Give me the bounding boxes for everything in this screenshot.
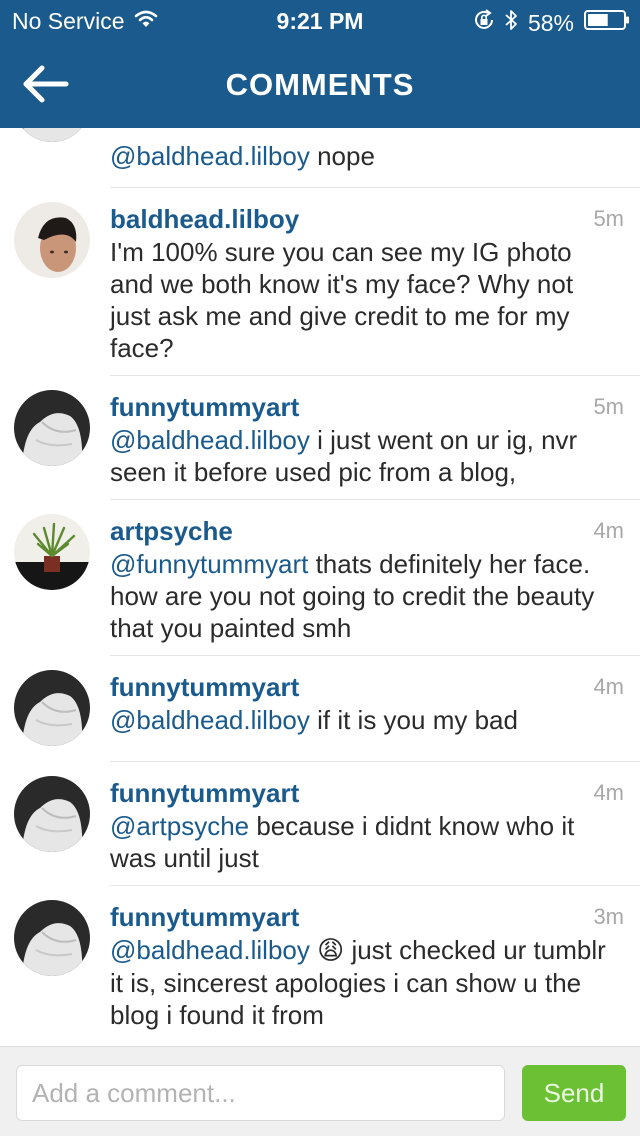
status-right: 58% bbox=[472, 8, 630, 38]
comment-text: @baldhead.lilboy if it is you my bad bbox=[110, 704, 612, 736]
comment-timestamp: 4m bbox=[593, 674, 624, 699]
comment-text: @baldhead.lilboy nope bbox=[110, 140, 612, 172]
comment-body: I'm 100% sure you can see my IG photo an… bbox=[110, 237, 574, 363]
comment-timestamp: 4m bbox=[593, 780, 624, 805]
mention-link[interactable]: @baldhead.lilboy bbox=[110, 425, 310, 455]
rotation-lock-icon bbox=[472, 8, 496, 38]
comment-item[interactable]: @baldhead.lilboy nope bbox=[0, 128, 640, 188]
avatar[interactable] bbox=[14, 390, 90, 466]
comment-username[interactable]: funnytummyart bbox=[110, 392, 299, 423]
mention-link[interactable]: @artpsyche bbox=[110, 811, 249, 841]
comment-text: @baldhead.lilboy 😩 just checked ur tumbl… bbox=[110, 934, 612, 1031]
comment-username[interactable]: baldhead.lilboy bbox=[110, 204, 299, 235]
comment-input-bar: Send bbox=[0, 1046, 640, 1136]
comment-timestamp: 5m bbox=[593, 394, 624, 419]
send-button[interactable]: Send bbox=[522, 1065, 626, 1121]
avatar[interactable] bbox=[14, 670, 90, 746]
comment-text: I'm 100% sure you can see my IG photo an… bbox=[110, 236, 612, 364]
page-title: COMMENTS bbox=[225, 67, 415, 102]
weary-face-emoji: 😩 bbox=[317, 936, 345, 966]
plant-avatar-icon bbox=[14, 514, 90, 590]
comment-item[interactable]: artpsyche 4m @funnytummyart thats defini… bbox=[0, 500, 640, 656]
comment-body: if it is you my bad bbox=[309, 705, 518, 735]
avatar[interactable] bbox=[14, 776, 90, 852]
comment-timestamp: 3m bbox=[593, 904, 624, 929]
bluetooth-icon bbox=[504, 8, 518, 38]
comment-username[interactable]: funnytummyart bbox=[110, 778, 299, 809]
comment-item[interactable]: funnytummyart 4m @artpsyche because i di… bbox=[0, 762, 640, 886]
battery-icon bbox=[584, 9, 630, 37]
mention-link[interactable]: @baldhead.lilboy bbox=[110, 705, 310, 735]
person-avatar-icon bbox=[14, 128, 90, 142]
comment-item[interactable]: baldhead.lilboy 5m I'm 100% sure you can… bbox=[0, 188, 640, 376]
person-avatar-icon bbox=[14, 670, 90, 746]
comment-username[interactable]: funnytummyart bbox=[110, 672, 299, 703]
comment-timestamp: 4m bbox=[593, 518, 624, 543]
mention-link[interactable]: @baldhead.lilboy bbox=[110, 141, 310, 171]
avatar[interactable] bbox=[14, 514, 90, 590]
mention-link[interactable]: @baldhead.lilboy bbox=[110, 935, 310, 965]
avatar[interactable] bbox=[14, 128, 90, 142]
comment-username[interactable]: artpsyche bbox=[110, 516, 233, 547]
nav-bar: COMMENTS bbox=[0, 40, 640, 128]
battery-percent: 58% bbox=[527, 9, 574, 36]
avatar[interactable] bbox=[14, 202, 90, 278]
person-avatar-icon bbox=[14, 202, 90, 278]
person-avatar-icon bbox=[14, 776, 90, 852]
comment-list[interactable]: @baldhead.lilboy nope baldhead.lilboy 5m… bbox=[0, 128, 640, 1046]
avatar[interactable] bbox=[14, 900, 90, 976]
status-bar: No Service 9:21 PM 58% bbox=[0, 0, 640, 40]
mention-link[interactable]: @funnytummyart bbox=[110, 549, 308, 579]
comment-text: @funnytummyart thats definitely her face… bbox=[110, 548, 612, 644]
person-avatar-icon bbox=[14, 900, 90, 976]
person-avatar-icon bbox=[14, 390, 90, 466]
comment-text: @baldhead.lilboy i just went on ur ig, n… bbox=[110, 424, 612, 488]
comment-item[interactable]: funnytummyart 4m @baldhead.lilboy if it … bbox=[0, 656, 640, 762]
comment-item[interactable]: funnytummyart 5m @baldhead.lilboy i just… bbox=[0, 376, 640, 500]
comment-item[interactable]: funnytummyart 3m @baldhead.lilboy 😩 just… bbox=[0, 886, 640, 1046]
comment-body: nope bbox=[309, 141, 375, 171]
comment-input[interactable] bbox=[16, 1065, 505, 1121]
comment-timestamp: 5m bbox=[593, 206, 624, 231]
comment-username[interactable]: funnytummyart bbox=[110, 902, 299, 933]
comment-text: @artpsyche because i didnt know who it w… bbox=[110, 810, 612, 874]
